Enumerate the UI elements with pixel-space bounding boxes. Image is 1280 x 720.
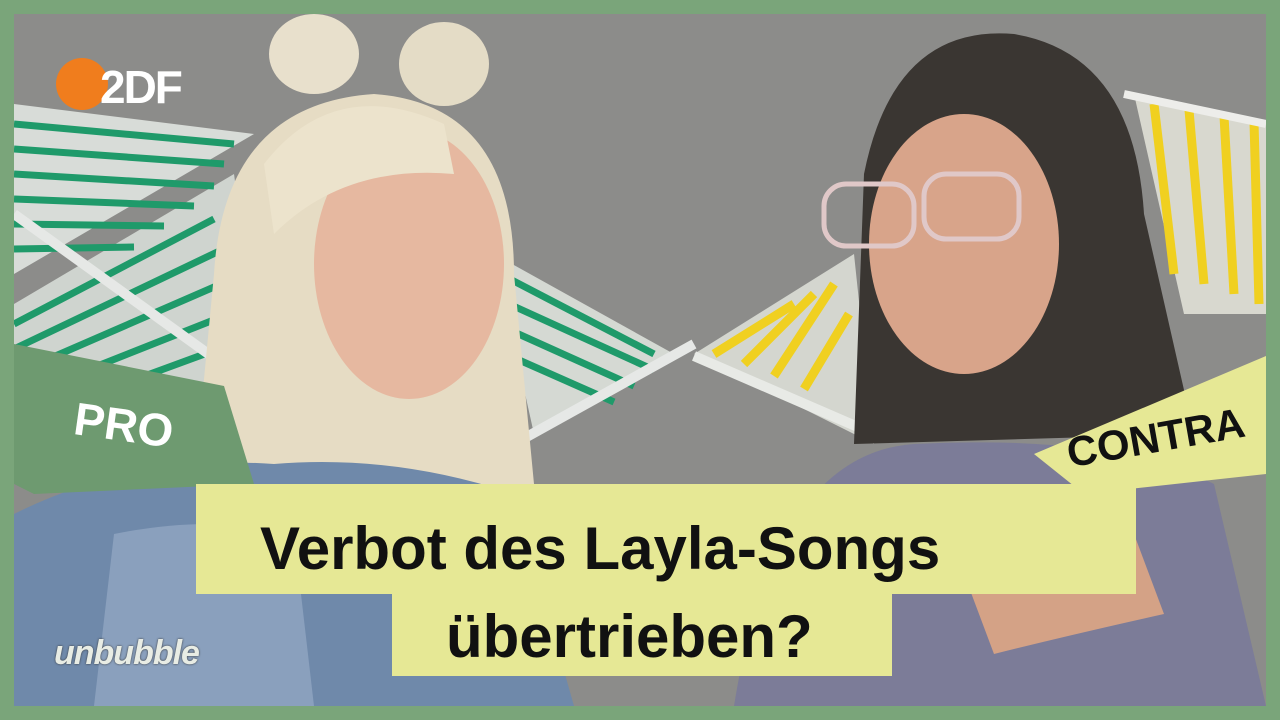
- zdf-logo: 2DF: [54, 58, 204, 114]
- unbubble-brand: unbubble: [54, 634, 200, 672]
- video-scene: 2DF PRO CONTRA Verbot des Layla-Songs üb…: [14, 14, 1266, 706]
- thumbnail-frame: 2DF PRO CONTRA Verbot des Layla-Songs üb…: [0, 0, 1280, 720]
- headline-line-2: übertrieben?: [446, 603, 813, 670]
- zdf-logo-text: 2DF: [100, 61, 183, 113]
- headline: Verbot des Layla-Songs übertrieben?: [210, 484, 1140, 684]
- headline-line-1: Verbot des Layla-Songs: [260, 515, 941, 582]
